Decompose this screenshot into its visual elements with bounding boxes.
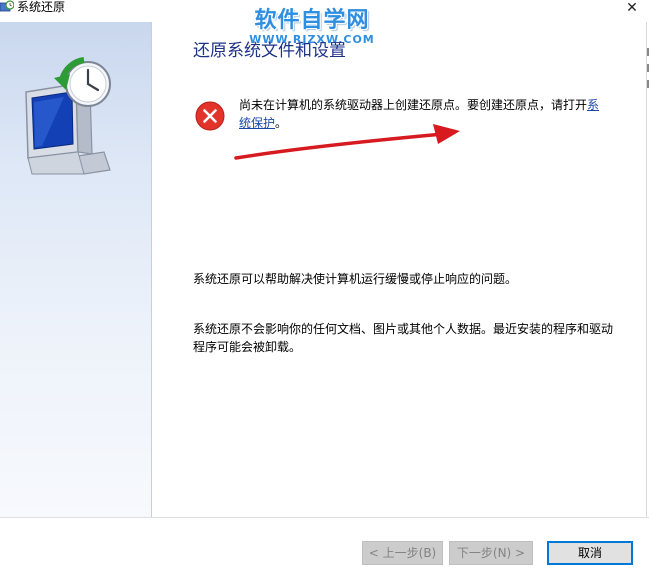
close-button[interactable]: ✕ [615, 0, 649, 18]
footer-bar: < 上一步(B) 下一步(N) > 取消 [0, 517, 649, 581]
system-restore-small-icon [0, 0, 14, 12]
next-button[interactable]: 下一步(N) > [449, 541, 533, 565]
cancel-button[interactable]: 取消 [547, 541, 633, 565]
back-button[interactable]: < 上一步(B) [362, 541, 443, 565]
window-right-edge [646, 22, 647, 517]
window-title: 系统还原 [17, 0, 66, 14]
error-text: 尚未在计算机的系统驱动器上创建还原点。要创建还原点，请打开 [239, 98, 588, 112]
description-1: 系统还原可以帮助解决使计算机运行缓慢或停止响应的问题。 [193, 272, 518, 286]
error-icon [195, 101, 225, 131]
watermark-title: 软件自学网 [254, 8, 370, 33]
description-2: 系统还原不会影响你的任何文档、图片或其他个人数据。最近安装的程序和驱动程序可能会… [193, 322, 614, 354]
sidebar-panel [0, 22, 152, 517]
system-restore-window: 系统还原 ✕ 软件自学网 WWW.RJZXW.COM 还原系统文件和设置 尚未在… [0, 0, 649, 581]
red-arrow [234, 124, 460, 160]
system-restore-icon [25, 57, 111, 175]
page-title: 还原系统文件和设置 [193, 41, 346, 61]
close-icon: ✕ [626, 0, 638, 16]
